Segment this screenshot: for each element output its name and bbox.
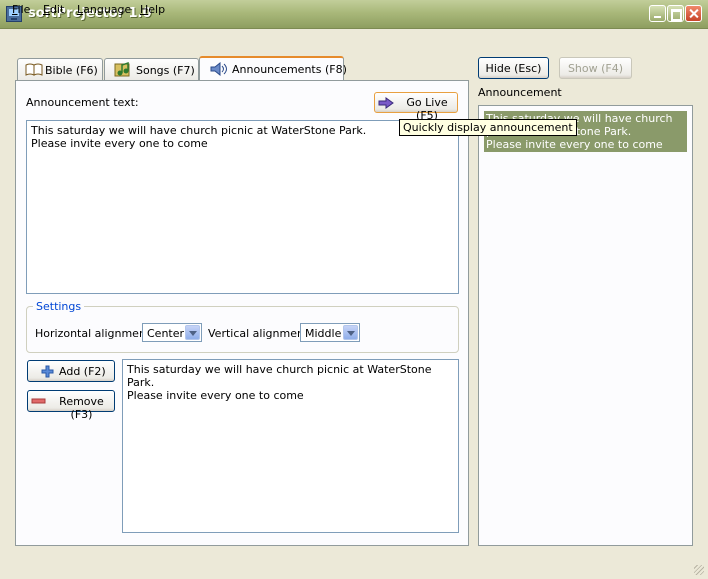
vertical-alignment-label: Vertical alignment: xyxy=(208,327,312,340)
tab-songs-label: Songs (F7) xyxy=(136,64,195,77)
show-label: Show (F4) xyxy=(567,62,624,75)
announcement-text-input[interactable]: This saturday we will have church picnic… xyxy=(26,120,459,294)
preview-area xyxy=(478,105,693,546)
menu-language[interactable]: Language xyxy=(77,3,131,16)
remove-label: Remove (F3) xyxy=(59,395,104,421)
tab-announcements[interactable]: Announcements (F8) xyxy=(199,56,347,81)
go-live-tooltip: Quickly display announcement xyxy=(399,119,577,136)
tab-bible[interactable]: Bible (F6) xyxy=(17,58,103,80)
tab-bible-label: Bible (F6) xyxy=(45,64,98,77)
vertical-alignment-select[interactable]: Middle xyxy=(300,323,360,342)
add-button[interactable]: Add (F2) xyxy=(27,360,115,382)
vertical-alignment-value: Middle xyxy=(305,327,342,340)
chevron-down-icon xyxy=(343,325,358,340)
chevron-down-icon xyxy=(185,325,200,340)
horizontal-alignment-value: Center xyxy=(147,327,185,340)
minus-icon xyxy=(31,398,46,404)
maximize-button[interactable] xyxy=(667,5,684,22)
tab-announcements-label: Announcements (F8) xyxy=(232,63,347,76)
speaker-icon xyxy=(210,62,227,76)
hide-button[interactable]: Hide (Esc) xyxy=(478,57,549,79)
hide-label: Hide (Esc) xyxy=(485,62,542,75)
close-button[interactable] xyxy=(685,5,702,22)
plus-icon xyxy=(41,365,54,378)
resize-grip[interactable] xyxy=(694,565,704,575)
menu-help[interactable]: Help xyxy=(140,3,165,16)
announcement-list[interactable]: This saturday we will have church picnic… xyxy=(122,359,459,533)
menu-file[interactable]: File xyxy=(12,3,30,16)
show-button[interactable]: Show (F4) xyxy=(559,57,632,79)
music-notes-icon xyxy=(114,61,130,77)
tab-songs[interactable]: Songs (F7) xyxy=(104,58,199,80)
announcement-text-label: Announcement text: xyxy=(26,96,139,109)
minimize-button[interactable] xyxy=(649,5,666,22)
book-icon xyxy=(25,63,43,76)
preview-title: Announcement xyxy=(478,86,562,99)
settings-title: Settings xyxy=(33,300,85,313)
arrow-right-icon xyxy=(378,97,394,109)
add-label: Add (F2) xyxy=(59,365,106,378)
remove-button[interactable]: Remove (F3) xyxy=(27,390,115,421)
menu-edit[interactable]: Edit xyxy=(43,3,64,16)
horizontal-alignment-select[interactable]: Center xyxy=(142,323,202,342)
horizontal-alignment-label: Horizontal alignment: xyxy=(35,327,154,340)
menu-bar xyxy=(0,29,708,49)
go-live-button[interactable]: Go Live (F5) xyxy=(374,92,458,122)
